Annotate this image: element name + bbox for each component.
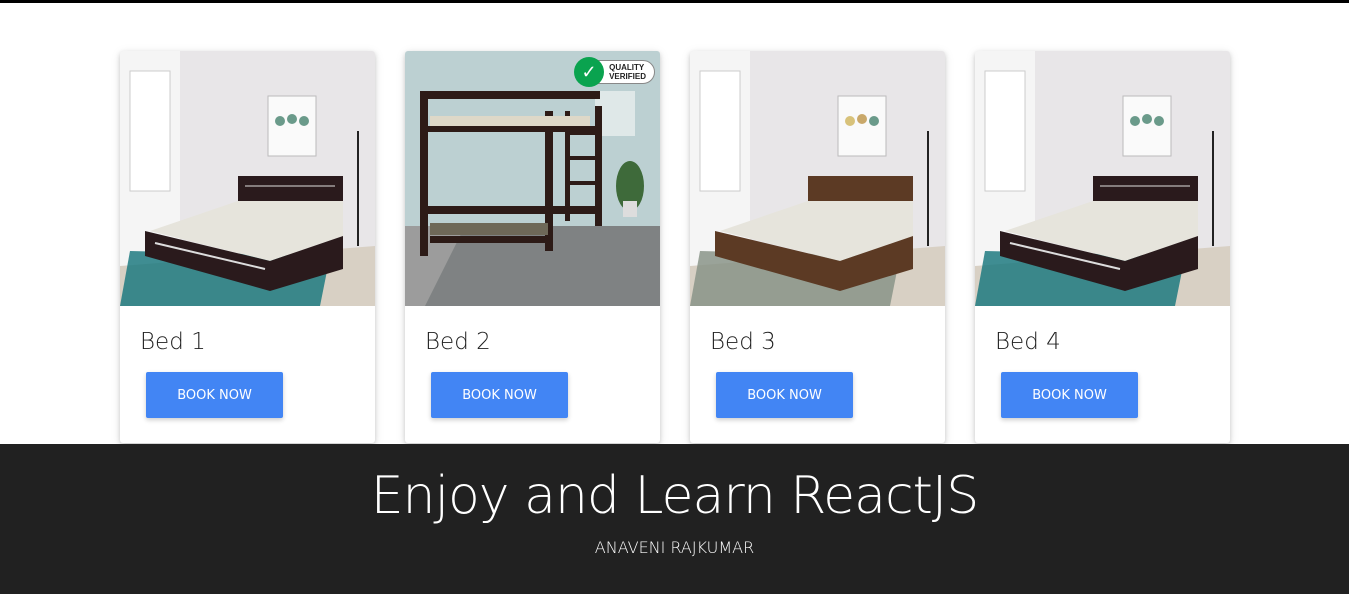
bed-image bbox=[975, 51, 1230, 306]
badge-line-2: VERIFIED bbox=[609, 72, 646, 81]
book-now-button[interactable]: BOOK NOW bbox=[146, 372, 283, 418]
bed-image bbox=[405, 51, 660, 306]
card-title: Bed 3 bbox=[710, 329, 776, 355]
book-now-button[interactable]: BOOK NOW bbox=[1001, 372, 1138, 418]
footer-author: ANAVENI RAJKUMAR bbox=[594, 538, 755, 557]
card-title: Bed 1 bbox=[140, 329, 206, 355]
product-card: Bed 4 BOOK NOW bbox=[975, 51, 1230, 443]
quality-verified-badge: ✓ QUALITY VERIFIED bbox=[574, 57, 655, 87]
footer-title: Enjoy and Learn ReactJS bbox=[370, 466, 980, 526]
product-card: ✓ QUALITY VERIFIED Bed 2 BOOK NOW bbox=[405, 51, 660, 443]
product-card: Bed 3 BOOK NOW bbox=[690, 51, 945, 443]
bed-image bbox=[690, 51, 945, 306]
footer: Enjoy and Learn ReactJS ANAVENI RAJKUMAR bbox=[0, 444, 1349, 594]
bed-image bbox=[120, 51, 375, 306]
book-now-button[interactable]: BOOK NOW bbox=[431, 372, 568, 418]
top-bar bbox=[0, 0, 1349, 3]
book-now-button[interactable]: BOOK NOW bbox=[716, 372, 853, 418]
card-title: Bed 2 bbox=[425, 329, 491, 355]
product-grid: Bed 1 BOOK NOW ✓ QUALITY VERIFIED Bed 2 B… bbox=[120, 51, 1230, 443]
card-title: Bed 4 bbox=[995, 329, 1061, 355]
product-card: Bed 1 BOOK NOW bbox=[120, 51, 375, 443]
check-icon: ✓ bbox=[574, 57, 605, 87]
badge-line-1: QUALITY bbox=[609, 63, 645, 72]
